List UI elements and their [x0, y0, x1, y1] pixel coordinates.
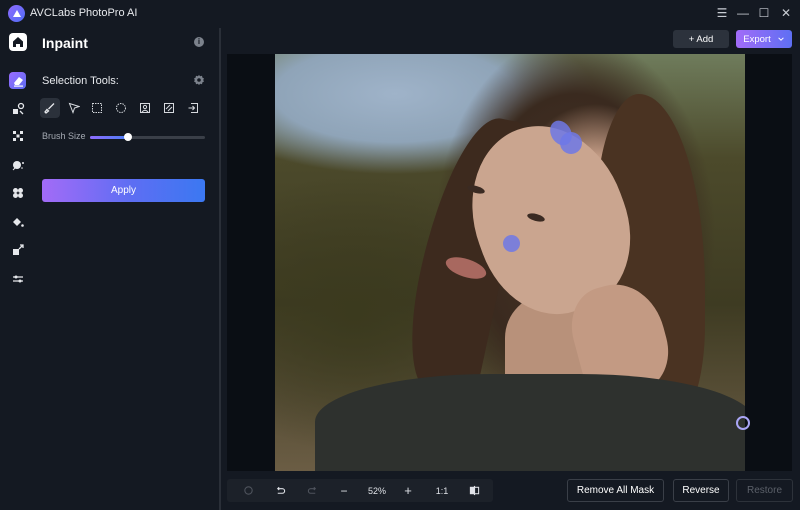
tool-ellipse[interactable]	[111, 98, 131, 118]
pattern-select-icon	[164, 103, 174, 113]
dotted-circle-icon	[243, 486, 253, 495]
adjust-sliders-icon	[13, 275, 23, 283]
undo-button[interactable]	[271, 479, 289, 502]
title-bar: AVCLabs PhotoPro AI ☰ — ☐ ✕	[0, 0, 800, 28]
left-nav-rail	[0, 28, 36, 510]
tool-import[interactable]	[183, 98, 203, 118]
app-title: AVCLabs PhotoPro AI	[30, 7, 138, 19]
export-button[interactable]: Export	[736, 30, 792, 48]
portrait-photo[interactable]	[275, 54, 745, 471]
image-canvas[interactable]	[227, 54, 792, 471]
rail-inpaint-button[interactable]	[9, 72, 26, 89]
lasso-reset-button[interactable]	[239, 479, 257, 502]
brush-cursor	[736, 416, 750, 430]
menu-icon[interactable]: ☰	[713, 5, 731, 21]
brush-icon	[44, 103, 55, 114]
eraser-icon	[13, 76, 23, 87]
rail-object-select-button[interactable]	[8, 99, 28, 119]
brush-size-slider[interactable]	[90, 133, 205, 141]
view-toolbar: − 52% + 1:1	[227, 479, 493, 502]
rectangle-select-icon	[92, 103, 102, 113]
portrait-select-icon	[140, 103, 150, 113]
redo-icon	[307, 486, 316, 494]
brush-size-label: Brush Size	[42, 131, 86, 141]
home-icon	[13, 37, 23, 47]
tool-brush[interactable]	[40, 98, 60, 118]
panel-title: Inpaint	[42, 35, 88, 51]
rail-home-button[interactable]	[9, 33, 27, 51]
rail-adjust-button[interactable]	[8, 269, 28, 289]
compare-split-icon	[469, 485, 479, 496]
selection-tools-label: Selection Tools:	[42, 75, 119, 87]
mask-stroke[interactable]	[560, 132, 582, 154]
object-select-icon	[13, 102, 25, 115]
chevron-down-icon	[777, 37, 784, 41]
tool-rectangle[interactable]	[87, 98, 107, 118]
upscale-icon	[13, 244, 24, 255]
remove-all-mask-button[interactable]: Remove All Mask	[567, 479, 664, 502]
zoom-out-button[interactable]: −	[335, 479, 353, 502]
enhance-sparkle-icon	[12, 161, 24, 171]
actual-size-button[interactable]: 1:1	[430, 479, 454, 502]
paint-bucket-icon	[13, 218, 24, 227]
redo-button[interactable]	[303, 479, 321, 502]
maximize-icon[interactable]: ☐	[755, 5, 773, 21]
panel-divider[interactable]	[219, 28, 221, 510]
app-logo-icon	[8, 5, 25, 22]
export-label: Export	[743, 33, 771, 45]
rail-colorize-button[interactable]	[8, 212, 28, 232]
mask-stroke[interactable]	[503, 235, 520, 252]
brush-size-fill	[90, 136, 128, 139]
rail-enhance-button[interactable]	[8, 155, 28, 175]
background-grid-icon	[13, 131, 23, 141]
pointer-lasso-icon	[68, 102, 80, 114]
tool-portrait[interactable]	[135, 98, 155, 118]
undo-icon	[276, 486, 285, 494]
apply-button[interactable]: Apply	[42, 179, 205, 202]
cutout-icon	[13, 188, 23, 198]
rail-background-button[interactable]	[8, 126, 28, 146]
compare-button[interactable]	[465, 479, 483, 502]
zoom-in-button[interactable]: +	[399, 479, 417, 502]
reverse-button[interactable]: Reverse	[673, 479, 729, 502]
info-icon[interactable]: i	[194, 37, 204, 47]
inpaint-panel: Inpaint i Selection Tools: Brush Size Ap…	[36, 28, 219, 510]
ellipse-select-icon	[116, 103, 126, 113]
add-button[interactable]: + Add	[673, 30, 729, 48]
import-icon	[188, 103, 198, 113]
close-icon[interactable]: ✕	[777, 5, 795, 21]
rail-upscale-button[interactable]	[8, 240, 28, 260]
brush-size-thumb[interactable]	[123, 133, 132, 141]
restore-button[interactable]: Restore	[736, 479, 793, 502]
zoom-level: 52%	[367, 485, 386, 496]
gear-icon[interactable]	[193, 74, 205, 86]
rail-cutout-button[interactable]	[8, 183, 28, 203]
photo-sweater	[315, 374, 745, 471]
minimize-icon[interactable]: —	[734, 5, 752, 21]
tool-lasso[interactable]	[64, 98, 84, 118]
tool-pattern[interactable]	[159, 98, 179, 118]
